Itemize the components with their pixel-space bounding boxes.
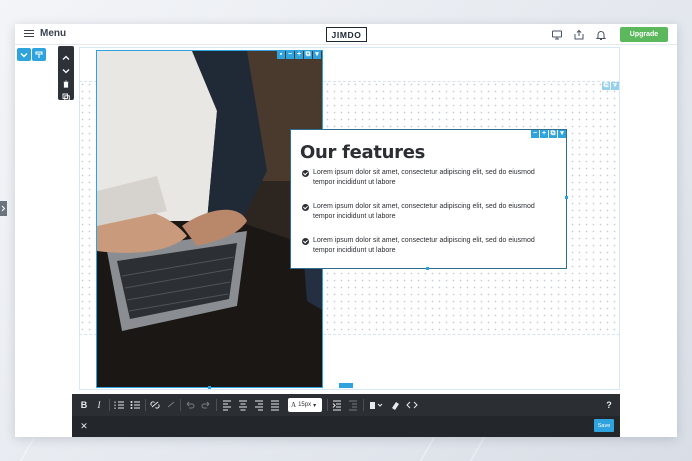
ordered-list-icon[interactable] (114, 398, 124, 412)
font-icon: A (291, 401, 297, 409)
close-icon[interactable]: ✕ (78, 419, 90, 433)
divider (327, 399, 328, 411)
copy-icon[interactable]: ⧉ (304, 51, 312, 59)
divider (180, 399, 181, 411)
code-icon[interactable] (406, 398, 418, 412)
check-circle-icon (302, 170, 309, 177)
undo-icon[interactable] (185, 398, 195, 412)
font-size-select[interactable]: A 15px ▾ (288, 398, 322, 412)
align-center-icon[interactable] (238, 398, 248, 412)
feature-text: Lorem ipsum dolor sit amet, consectetur … (313, 203, 535, 220)
minus-icon[interactable]: − (286, 51, 294, 59)
menu-label: Menu (40, 28, 67, 39)
divider (109, 399, 110, 411)
minus-icon[interactable]: − (531, 130, 539, 138)
laptop-photo[interactable] (96, 50, 323, 388)
add-block-tab[interactable] (339, 383, 353, 388)
editor-footer: ✕ Save (72, 416, 620, 437)
feature-text: Lorem ipsum dolor sit amet, consectetur … (313, 237, 535, 254)
features-title[interactable]: Our features (300, 142, 425, 163)
trash-icon[interactable] (62, 75, 70, 88)
trash-icon[interactable]: ▾ (558, 130, 566, 138)
outdent-icon[interactable] (348, 398, 358, 412)
jimdo-logo[interactable]: JIMDO (326, 27, 367, 42)
side-expand-tab[interactable] (0, 201, 7, 216)
divider (216, 399, 217, 411)
plus-icon[interactable]: + (295, 51, 303, 59)
divider (363, 399, 364, 411)
chevron-down-icon[interactable] (17, 48, 31, 61)
trash-icon[interactable]: ▾ (313, 51, 321, 59)
bold-button[interactable]: B (79, 398, 89, 412)
text-color-icon[interactable] (368, 398, 384, 412)
align-right-icon[interactable] (254, 398, 264, 412)
check-circle-icon (302, 204, 309, 211)
copy-icon[interactable]: ⧉ (602, 82, 610, 90)
menu-icon (24, 29, 34, 38)
chevron-down-icon[interactable] (62, 62, 70, 74)
feature-item[interactable]: Lorem ipsum dolor sit amet, consectetur … (302, 236, 552, 256)
copy-icon[interactable] (62, 88, 70, 101)
redo-icon[interactable] (201, 398, 211, 412)
italic-button[interactable]: I (94, 398, 104, 412)
caret-down-icon: ▾ (313, 402, 317, 409)
editor-window: Menu JIMDO Upgrade ▪ − + ⧉ ▾ ⧉ ▾ Our fea… (15, 24, 677, 437)
copy-icon[interactable]: ⧉ (549, 130, 557, 138)
image-icon[interactable]: ▪ (277, 51, 285, 59)
image-controls: ▪ − + ⧉ ▾ (277, 51, 321, 59)
align-left-icon[interactable] (222, 398, 232, 412)
plus-icon[interactable]: + (540, 130, 548, 138)
feature-text: Lorem ipsum dolor sit amet, consectetur … (313, 169, 535, 186)
share-icon[interactable] (573, 29, 585, 41)
paint-brush-icon[interactable] (32, 48, 46, 61)
section-controls: ⧉ ▾ (602, 82, 619, 90)
text-controls: − + ⧉ ▾ (531, 130, 566, 138)
link-icon[interactable] (150, 398, 160, 412)
chevron-right-icon (1, 205, 6, 212)
help-button[interactable]: ? (604, 398, 614, 412)
upgrade-button[interactable]: Upgrade (620, 27, 668, 42)
menu-button[interactable]: Menu (24, 28, 66, 39)
font-size-value: 15px (298, 402, 312, 408)
check-circle-icon (302, 238, 309, 245)
divider (145, 399, 146, 411)
unlink-icon[interactable] (166, 398, 176, 412)
feature-item[interactable]: Lorem ipsum dolor sit amet, consectetur … (302, 202, 552, 222)
desktop-icon[interactable] (551, 29, 563, 41)
bullet-list-icon[interactable] (130, 398, 140, 412)
bell-icon[interactable] (595, 29, 607, 41)
chevron-up-icon[interactable] (62, 49, 70, 60)
block-toolbar (58, 46, 74, 101)
resize-handle[interactable] (565, 196, 568, 199)
eraser-icon[interactable] (390, 398, 400, 412)
save-button[interactable]: Save (594, 419, 614, 432)
text-editor-toolbar: B I A 15px ▾ ? (72, 394, 620, 416)
indent-icon[interactable] (332, 398, 342, 412)
trash-icon[interactable]: ▾ (611, 82, 619, 90)
top-bar: Menu JIMDO Upgrade (15, 24, 677, 45)
resize-handle[interactable] (426, 267, 429, 270)
align-justify-icon[interactable] (270, 398, 280, 412)
features-box[interactable]: Our features Lorem ipsum dolor sit amet,… (290, 129, 567, 269)
resize-handle[interactable] (208, 386, 211, 389)
feature-item[interactable]: Lorem ipsum dolor sit amet, consectetur … (302, 168, 552, 188)
